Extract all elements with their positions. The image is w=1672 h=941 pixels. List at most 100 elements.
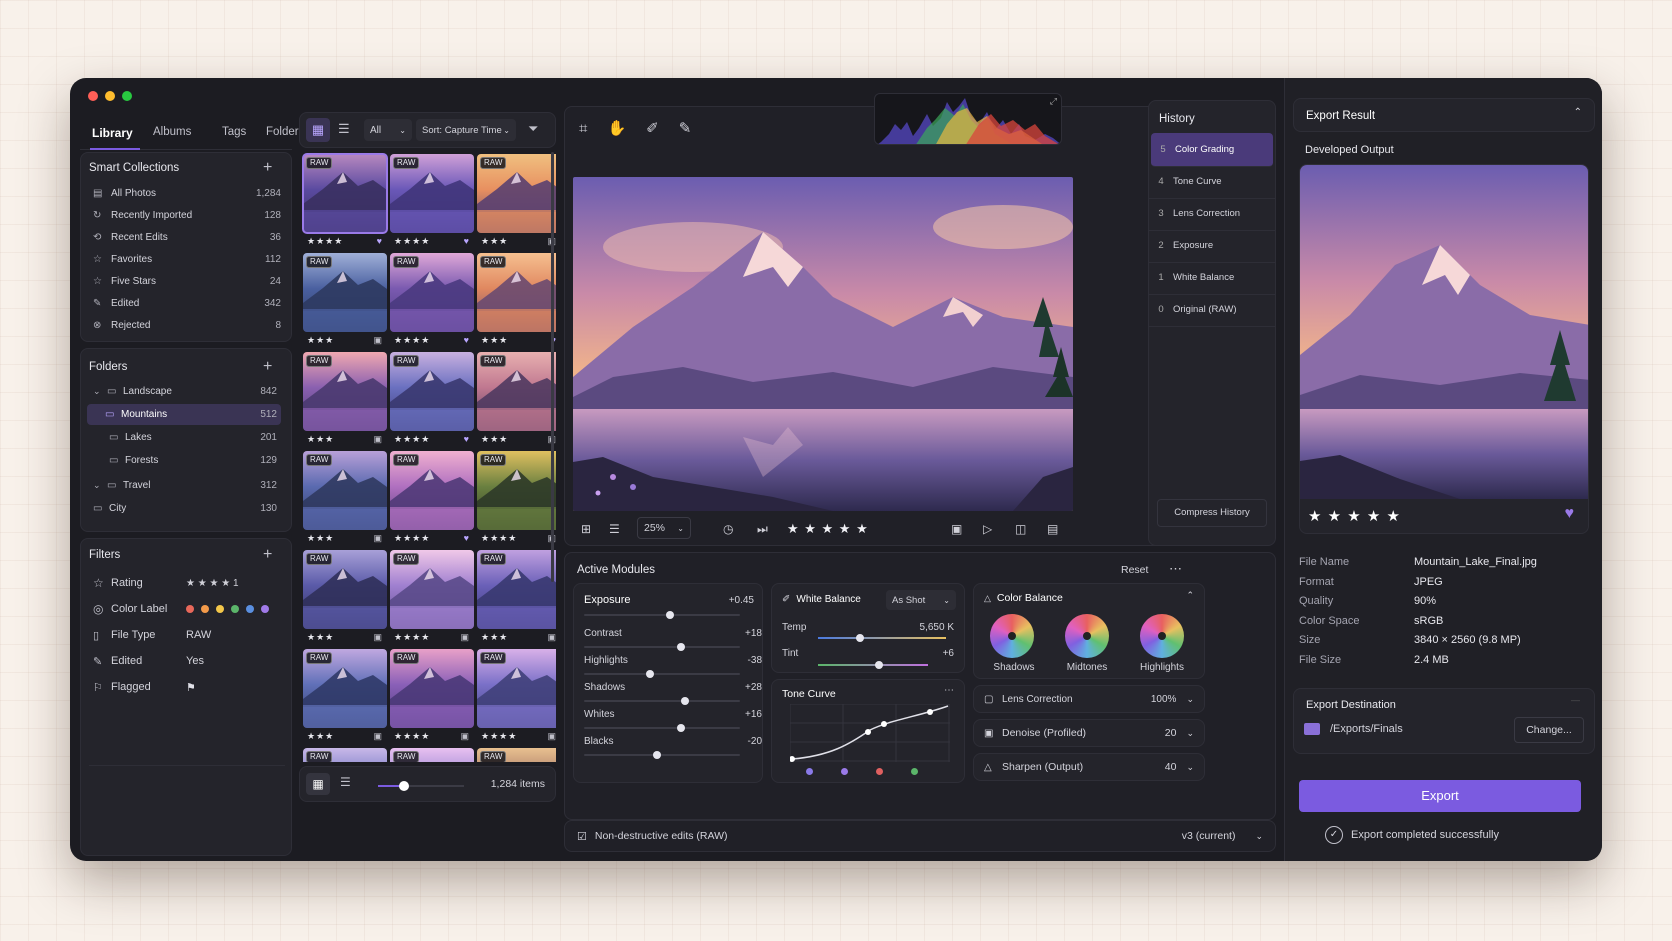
adjustment-slider[interactable]: Whites +16 — [584, 703, 774, 732]
photo-thumbnail[interactable]: RAW★★★★▣ — [477, 649, 556, 745]
export-button[interactable]: Export — [1299, 780, 1581, 812]
filter-rating[interactable]: ☆ Rating ★ ★ ★ ★ 1 — [93, 573, 283, 593]
flag-filled-icon[interactable]: ⚑ — [186, 681, 196, 694]
add-folder-button[interactable]: + — [263, 358, 272, 376]
smart-collection-item[interactable]: ☆ Five Stars 24 — [93, 271, 281, 291]
tint-knob[interactable] — [874, 661, 883, 669]
badge-icon[interactable]: ▣ — [460, 731, 470, 742]
history-step[interactable]: 0 Original (RAW) — [1149, 293, 1275, 327]
thumbnail-stars[interactable]: ★★★★ — [394, 533, 430, 544]
thumbnail-stars[interactable]: ★★★ — [307, 434, 334, 445]
photo-thumbnail[interactable]: RAW★★★▣ — [303, 253, 387, 349]
eyedropper-icon[interactable]: ✐ — [782, 594, 790, 605]
thumbnail-stars[interactable]: ★★★★ — [394, 731, 430, 742]
close-window-button[interactable] — [88, 91, 98, 101]
info-icon[interactable]: ▣ — [951, 522, 962, 536]
photo-thumbnail[interactable]: RAW — [390, 748, 474, 762]
denoise-row[interactable]: ▣ Denoise (Profiled) 20 ⌄ — [973, 719, 1205, 747]
tint-slider[interactable] — [818, 661, 928, 669]
slider-track[interactable] — [584, 697, 740, 705]
change-destination-button[interactable]: Change... — [1514, 717, 1584, 743]
photo-thumbnail[interactable]: RAW ★★★★ ♥ — [302, 153, 388, 250]
thumbnail-stars[interactable]: ★★★★ — [394, 236, 430, 247]
thumbnail-stars[interactable]: ★★★★ — [481, 533, 517, 544]
filter-file-type[interactable]: ▯ File Type RAW — [93, 625, 283, 645]
more-icon[interactable]: ⋯ — [944, 685, 954, 696]
tab-tags[interactable]: Tags — [222, 126, 246, 138]
play-icon[interactable]: ▷ — [983, 522, 992, 536]
channel-green-dot[interactable] — [911, 768, 918, 775]
list-size-icon[interactable]: ☰ — [340, 775, 351, 789]
adjustment-slider[interactable]: Shadows +28 — [584, 676, 774, 705]
thumbnail-stars[interactable]: ★★★★ — [394, 632, 430, 643]
thumbnail-stars[interactable]: ★★★ — [481, 632, 508, 643]
overlay-icon[interactable]: ◫ — [1015, 522, 1026, 536]
folder-item[interactable]: ▭ Forests 129 — [93, 450, 281, 471]
photo-thumbnail[interactable]: RAW — [303, 748, 387, 762]
chevron-up-icon[interactable]: ⌃ — [1574, 107, 1582, 118]
photo-thumbnail[interactable]: RAW ★★★★ ♥ — [390, 352, 474, 448]
photo-thumbnail[interactable]: RAW★★★▣ — [303, 451, 387, 547]
badge-icon[interactable]: ▣ — [373, 335, 383, 346]
filter-dropdown[interactable]: All ⌄ — [364, 119, 412, 141]
slider-track[interactable] — [584, 670, 740, 678]
thumbnail-stars[interactable]: ★★★ — [307, 731, 334, 742]
sort-dropdown[interactable]: Sort: Capture Time ⌄ — [416, 119, 516, 141]
tone-curve-graph[interactable] — [790, 704, 950, 762]
photo-thumbnail[interactable]: RAW ★★★♥ — [477, 253, 556, 349]
compress-history-button[interactable]: Compress History — [1157, 499, 1267, 527]
collapse-icon[interactable]: — — [1571, 695, 1580, 705]
smart-collection-item[interactable]: ↻ Recently Imported 128 — [93, 205, 281, 225]
grid-scrollbar[interactable] — [551, 152, 554, 582]
color-label-dot[interactable] — [261, 605, 269, 613]
minimize-window-button[interactable] — [105, 91, 115, 101]
color-label-dot[interactable] — [216, 605, 224, 613]
reset-button[interactable]: Reset — [1121, 564, 1148, 576]
channel-red-dot[interactable] — [876, 768, 883, 775]
checkbox-icon[interactable]: ☑ — [577, 830, 587, 843]
slider-track[interactable] — [584, 724, 740, 732]
photo-thumbnail[interactable]: RAW★★★▣ — [303, 649, 387, 745]
expand-icon[interactable]: ⤢ — [1050, 96, 1057, 107]
next-frame-icon[interactable]: ⏭ — [757, 522, 768, 537]
photo-thumbnail[interactable]: RAW ★★★★ ♥ — [390, 451, 474, 547]
smart-collection-item[interactable]: ▤ All Photos 1,284 — [93, 183, 281, 203]
photo-thumbnail[interactable]: RAW★★★★▣ — [477, 451, 556, 547]
thumbnail-stars[interactable]: ★★★ — [307, 632, 334, 643]
history-step[interactable]: 2 Exposure — [1149, 229, 1275, 263]
folder-item[interactable]: ▭ City 130 — [93, 498, 281, 519]
badge-icon[interactable]: ▣ — [373, 632, 383, 643]
thumbnail-stars[interactable]: ★★★★ — [307, 236, 343, 247]
badge-icon[interactable]: ▣ — [547, 632, 556, 643]
photo-thumbnail[interactable]: RAW★★★▣ — [477, 550, 556, 646]
photo-thumbnail[interactable]: RAW — [477, 748, 556, 762]
history-step[interactable]: 5 Color Grading — [1151, 133, 1273, 167]
color-label-dot[interactable] — [246, 605, 254, 613]
filmstrip-icon[interactable]: ☰ — [609, 522, 620, 536]
photo-thumbnail[interactable]: RAW★★★▣ — [477, 154, 556, 250]
calendar-icon[interactable]: ▤ — [1047, 522, 1058, 536]
photo-thumbnail[interactable]: RAW★★★▣ — [303, 550, 387, 646]
thumbnail-stars[interactable]: ★★★ — [481, 335, 508, 346]
heart-icon[interactable]: ♥ — [464, 236, 470, 247]
photo-thumbnail[interactable]: RAW★★★▣ — [477, 352, 556, 448]
grid-view-icon[interactable]: ▦ — [306, 118, 330, 142]
channel-luma-dot-2[interactable] — [841, 768, 848, 775]
compare-icon[interactable]: ⊞ — [581, 522, 591, 536]
main-photo[interactable] — [573, 177, 1073, 511]
photo-thumbnail[interactable]: RAW ★★★★ ♥ — [390, 253, 474, 349]
badge-icon[interactable]: ▣ — [373, 434, 383, 445]
thumbnail-stars[interactable]: ★★★ — [481, 236, 508, 247]
thumbnail-stars[interactable]: ★★★ — [307, 335, 334, 346]
tab-albums[interactable]: Albums — [153, 126, 191, 138]
lens-correction-row[interactable]: ▢ Lens Correction 100% ⌄ — [973, 685, 1205, 713]
badge-icon[interactable]: ▣ — [373, 731, 383, 742]
crop-icon[interactable]: ⌗ — [579, 120, 587, 137]
chevron-down-icon[interactable]: ⌄ — [93, 480, 107, 491]
add-collection-button[interactable]: + — [263, 159, 272, 177]
smart-collection-item[interactable]: ✎ Edited 342 — [93, 293, 281, 313]
exposure-knob[interactable] — [665, 611, 674, 619]
color-label-dot[interactable] — [201, 605, 209, 613]
version-dropdown-value[interactable]: v3 (current) — [1182, 830, 1236, 842]
heart-icon[interactable]: ♥ — [464, 533, 470, 544]
